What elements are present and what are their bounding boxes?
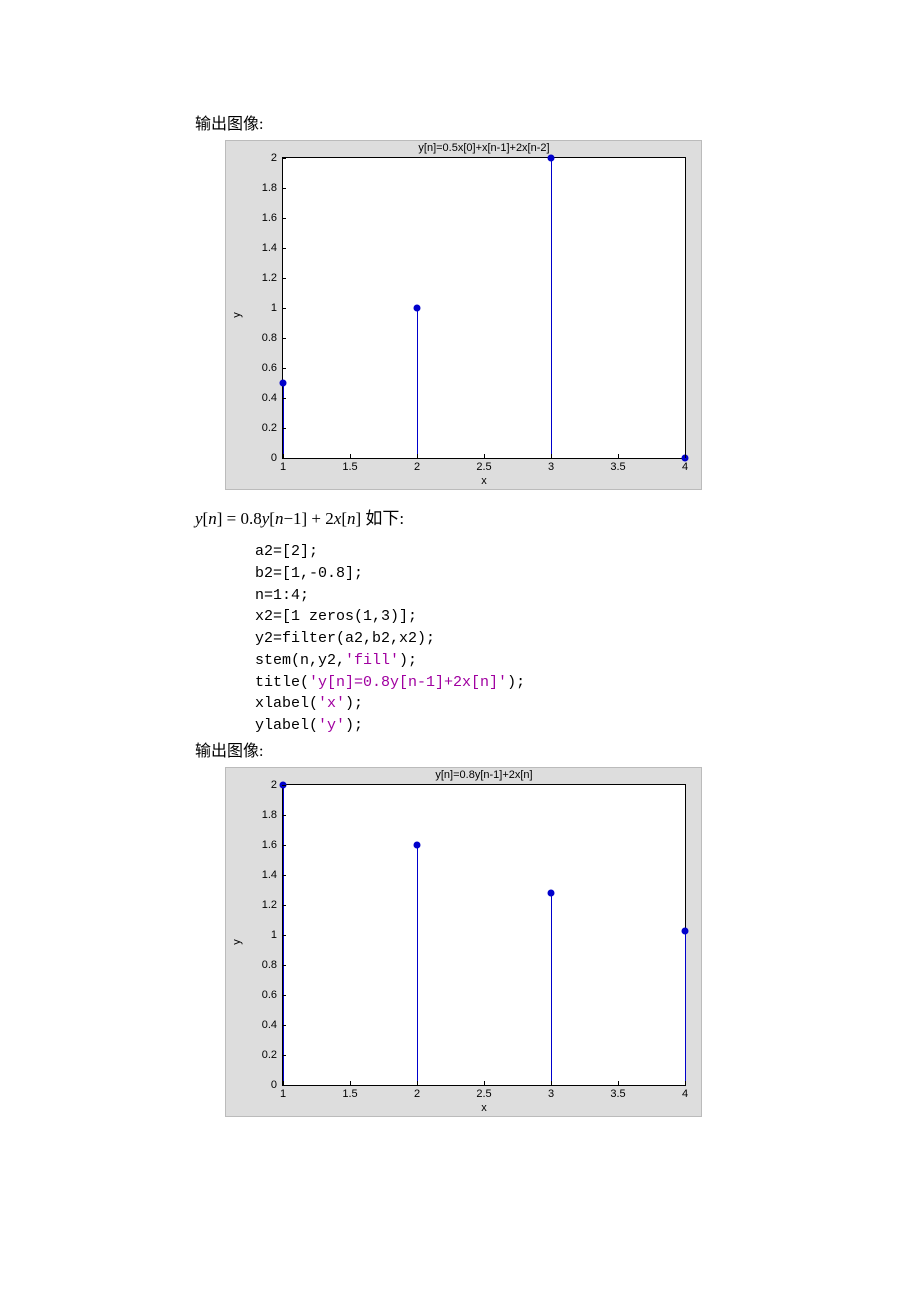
code-string: 'x' bbox=[318, 695, 345, 712]
chart-2-ylabel: y bbox=[231, 939, 243, 945]
chart-1-plot bbox=[282, 157, 686, 459]
ytick-label: 1.4 bbox=[247, 242, 277, 254]
stem-marker bbox=[414, 841, 421, 848]
xtick-label: 3 bbox=[548, 461, 554, 473]
ytick-label: 1 bbox=[247, 929, 277, 941]
code-string: 'y' bbox=[318, 717, 345, 734]
ytick-label: 1.2 bbox=[247, 899, 277, 911]
code-line: title( bbox=[255, 674, 309, 691]
code-block: a2=[2]; b2=[1,-0.8]; n=1:4; x2=[1 zeros(… bbox=[255, 541, 820, 737]
xtick-label: 4 bbox=[682, 1088, 688, 1100]
xtick-label: 2 bbox=[414, 461, 420, 473]
code-line: xlabel( bbox=[255, 695, 318, 712]
stem-marker bbox=[414, 305, 421, 312]
ytick-label: 1.4 bbox=[247, 869, 277, 881]
chart-1: y[n]=0.5x[0]+x[n-1]+2x[n-2] y x 0 0.2 0.4 0… bbox=[225, 140, 702, 490]
ytick-label: 0.6 bbox=[247, 362, 277, 374]
chart-1-title: y[n]=0.5x[0]+x[n-1]+2x[n-2] bbox=[282, 142, 686, 154]
code-line: stem(n,y2, bbox=[255, 652, 345, 669]
stem-line bbox=[551, 893, 552, 1085]
xtick-label: 2 bbox=[414, 1088, 420, 1100]
xtick-label: 3.5 bbox=[610, 1088, 625, 1100]
output-caption-2: 输出图像: bbox=[195, 737, 820, 761]
ytick-label: 0.2 bbox=[247, 1049, 277, 1061]
code-line: ); bbox=[345, 695, 363, 712]
chart-2-plot bbox=[282, 784, 686, 1086]
xtick-label: 1.5 bbox=[342, 1088, 357, 1100]
code-line: b2=[1,-0.8]; bbox=[255, 565, 363, 582]
ytick-label: 2 bbox=[247, 779, 277, 791]
code-line: y2=filter(a2,b2,x2); bbox=[255, 630, 435, 647]
chart-2-xlabel: x bbox=[282, 1102, 686, 1114]
code-line: x2=[1 zeros(1,3)]; bbox=[255, 608, 417, 625]
ytick-label: 1.8 bbox=[247, 809, 277, 821]
ytick-label: 1.6 bbox=[247, 212, 277, 224]
xtick-label: 1.5 bbox=[342, 461, 357, 473]
ytick-label: 0.4 bbox=[247, 1019, 277, 1031]
ytick-label: 0.8 bbox=[247, 959, 277, 971]
stem-line bbox=[551, 158, 552, 458]
output-caption-1: 输出图像: bbox=[195, 110, 820, 134]
equation-text: y[n] = 0.8y[n−1] + 2x[n] 如下: bbox=[195, 504, 820, 529]
ytick-label: 0.4 bbox=[247, 392, 277, 404]
ytick-label: 2 bbox=[247, 152, 277, 164]
xtick-label: 3.5 bbox=[610, 461, 625, 473]
ytick-label: 0 bbox=[247, 1079, 277, 1091]
ytick-label: 1.8 bbox=[247, 182, 277, 194]
stem-line bbox=[417, 845, 418, 1085]
ytick-label: 0.6 bbox=[247, 989, 277, 1001]
ytick-label: 0 bbox=[247, 452, 277, 464]
code-string: 'fill' bbox=[345, 652, 399, 669]
chart-1-xlabel: x bbox=[282, 475, 686, 487]
xtick-label: 3 bbox=[548, 1088, 554, 1100]
ytick-label: 1 bbox=[247, 302, 277, 314]
chart-2-title: y[n]=0.8y[n-1]+2x[n] bbox=[282, 769, 686, 781]
code-line: n=1:4; bbox=[255, 587, 309, 604]
xtick-label: 2.5 bbox=[476, 1088, 491, 1100]
stem-marker bbox=[280, 380, 287, 387]
xtick-label: 1 bbox=[280, 461, 286, 473]
code-line: ); bbox=[399, 652, 417, 669]
stem-marker bbox=[548, 889, 555, 896]
code-line: ylabel( bbox=[255, 717, 318, 734]
xtick-label: 2.5 bbox=[476, 461, 491, 473]
xtick-label: 1 bbox=[280, 1088, 286, 1100]
ytick-label: 1.6 bbox=[247, 839, 277, 851]
code-line: a2=[2]; bbox=[255, 543, 318, 560]
code-line: ); bbox=[345, 717, 363, 734]
chart-2: y[n]=0.8y[n-1]+2x[n] y x 0 0.2 0.4 0.6 0.8 1 1… bbox=[225, 767, 702, 1117]
code-line: ); bbox=[507, 674, 525, 691]
stem-marker bbox=[682, 928, 689, 935]
chart-1-ylabel: y bbox=[231, 312, 243, 318]
ytick-label: 0.2 bbox=[247, 422, 277, 434]
xtick-label: 4 bbox=[682, 461, 688, 473]
code-string: 'y[n]=0.8y[n-1]+2x[n]' bbox=[309, 674, 507, 691]
ytick-label: 1.2 bbox=[247, 272, 277, 284]
stem-line bbox=[685, 931, 686, 1085]
stem-line bbox=[417, 308, 418, 458]
ytick-label: 0.8 bbox=[247, 332, 277, 344]
document-page: 输出图像: y[n]=0.5x[0]+x[n-1]+2x[n-2] y x 0 0… bbox=[0, 0, 920, 1189]
stem-marker bbox=[548, 155, 555, 162]
stem-line bbox=[283, 383, 284, 458]
